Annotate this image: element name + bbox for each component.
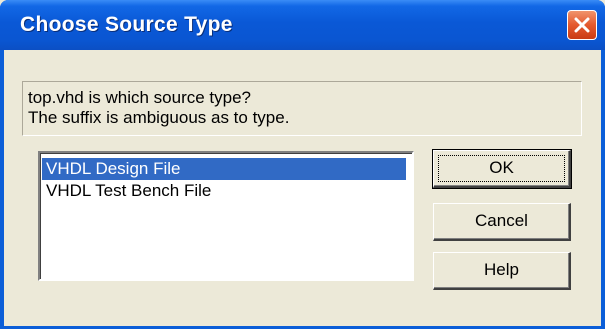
message-line-2: The suffix is ambiguous as to type. [28,108,290,127]
message-panel: top.vhd is which source type? The suffix… [22,81,582,136]
title-bar[interactable]: Choose Source Type [0,0,605,50]
cancel-button-label: Cancel [475,211,528,230]
source-type-list[interactable]: VHDL Design File VHDL Test Bench File [38,151,414,281]
close-button[interactable] [567,10,597,40]
window-title: Choose Source Type [20,13,233,36]
close-icon [574,17,590,33]
message-line-1: top.vhd is which source type? [28,88,252,107]
ok-button[interactable]: OK [432,149,572,189]
dialog-body: top.vhd is which source type? The suffix… [4,50,601,326]
help-button-label: Help [484,260,519,279]
help-button[interactable]: Help [433,252,571,290]
cancel-button[interactable]: Cancel [433,203,571,241]
list-item-vhdl-test-bench-file[interactable]: VHDL Test Bench File [42,180,406,202]
dialog-window: Choose Source Type top.vhd is which sour… [0,0,605,329]
list-item-vhdl-design-file[interactable]: VHDL Design File [42,158,406,180]
focus-rectangle [438,155,565,182]
